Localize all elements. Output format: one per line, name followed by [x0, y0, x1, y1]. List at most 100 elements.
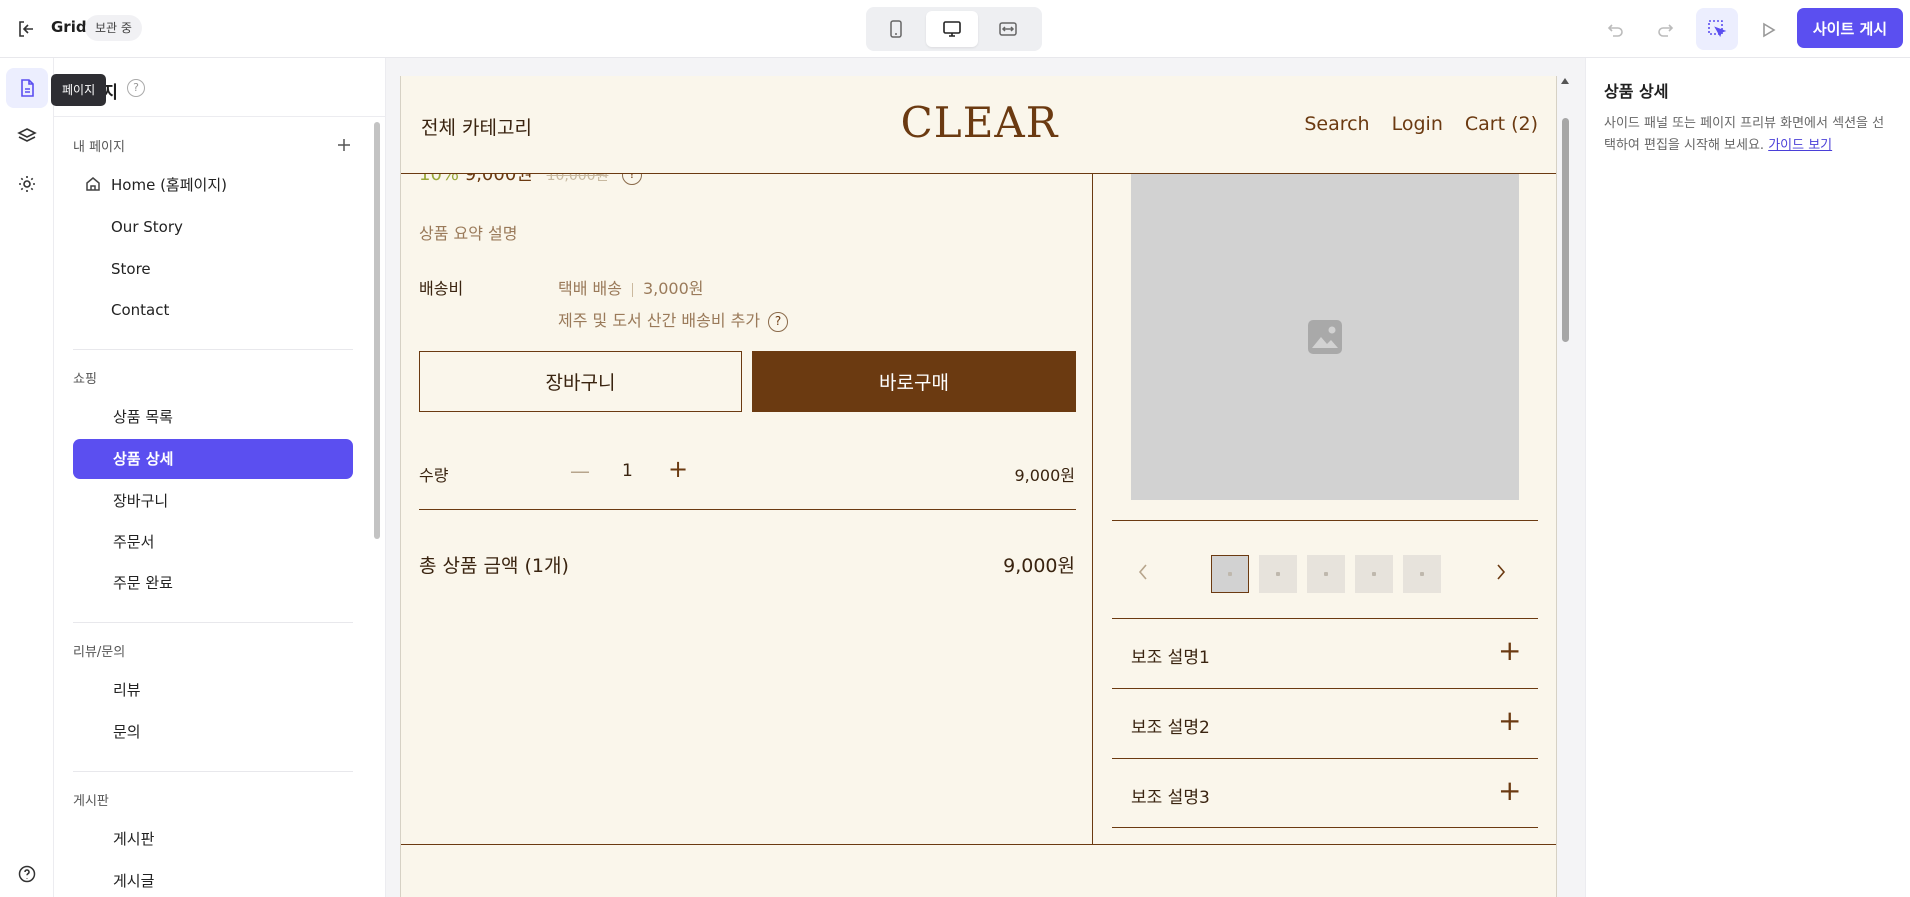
shipping-method: 택배 배송 [558, 279, 622, 298]
site-header[interactable]: 전체 카테고리 CLEAR Search Login Cart (2) [401, 76, 1556, 174]
undo-icon[interactable] [1599, 14, 1631, 46]
page-icon [21, 79, 34, 97]
top-bar: Grid 보관 중 사이트 게시 [0, 0, 1910, 58]
plus-icon [338, 139, 350, 151]
expand-width-icon [999, 22, 1017, 36]
publish-site-button[interactable]: 사이트 게시 [1797, 8, 1903, 48]
nav-item-our-story[interactable]: Our Story [73, 207, 353, 247]
line-price: 9,000원 [1014, 466, 1075, 485]
pages-tab[interactable] [6, 68, 48, 108]
product-gallery-section[interactable]: 보조 설명1 + 보조 설명2 + 보조 설명3 + [1093, 174, 1556, 844]
nav-item-store[interactable]: Store [73, 249, 353, 289]
chevron-right-icon[interactable] [1489, 560, 1513, 584]
nav-item-product-detail[interactable]: 상품 상세 [73, 439, 353, 479]
buy-now-button[interactable]: 바로구매 [752, 351, 1076, 412]
divider [73, 622, 353, 623]
image-icon [1308, 320, 1342, 354]
accordion-item[interactable]: 보조 설명1 + [1112, 618, 1538, 688]
chevron-left-icon[interactable] [1131, 560, 1155, 584]
help-icon[interactable]: ? [127, 79, 145, 97]
mobile-view-button[interactable] [870, 11, 922, 47]
status-badge: 보관 중 [85, 15, 142, 41]
preview-scrollbar[interactable] [1559, 76, 1571, 897]
desktop-view-button[interactable] [926, 11, 978, 47]
plus-icon[interactable]: + [1498, 637, 1524, 665]
section-label-board: 게시판 [73, 794, 109, 809]
mobile-icon [890, 20, 902, 38]
accordion-label: 보조 설명1 [1131, 648, 1210, 668]
scrollbar-thumb[interactable] [1562, 118, 1569, 342]
nav-item-product-list[interactable]: 상품 목록 [73, 397, 353, 437]
settings-description-text: 사이드 패널 또는 페이지 프리뷰 화면에서 섹션을 선택하여 편집을 시작해 … [1604, 116, 1885, 153]
section-label-review-qna: 리뷰/문의 [73, 645, 126, 660]
thumbnail-strip [1211, 555, 1441, 593]
fullwidth-view-button[interactable] [982, 11, 1034, 47]
nav-item-label: Home (홈페이지) [111, 176, 227, 194]
pages-panel: 페이지 ? 내 페이지 Home (홈페이지) Our Story Store … [54, 58, 386, 897]
site-header-links: Search Login Cart (2) [1304, 113, 1538, 135]
section-bottom-border [401, 844, 1556, 845]
nav-item-board[interactable]: 게시판 [73, 819, 353, 859]
settings-description: 사이드 패널 또는 페이지 프리뷰 화면에서 섹션을 선택하여 편집을 시작해 … [1604, 113, 1889, 157]
guide-link[interactable]: 가이드 보기 [1768, 138, 1832, 153]
preview-canvas: 전체 카테고리 CLEAR Search Login Cart (2) 10% … [386, 58, 1585, 897]
layers-tab[interactable] [6, 116, 48, 156]
desktop-icon [943, 21, 961, 37]
nav-item-contact[interactable]: Contact [73, 290, 353, 330]
section-label-shopping: 쇼핑 [73, 372, 97, 387]
nav-item-reviews[interactable]: 리뷰 [73, 670, 353, 710]
divider [419, 509, 1076, 510]
help-icon[interactable] [6, 858, 48, 890]
shipping-info-icon[interactable]: ? [768, 311, 789, 332]
settings-title: 상품 상세 [1604, 82, 1669, 101]
add-page-button[interactable] [334, 135, 354, 155]
thumbnail[interactable] [1355, 555, 1393, 593]
divider [73, 771, 353, 772]
layers-icon [17, 128, 37, 142]
nav-item-home[interactable]: Home (홈페이지) [73, 165, 353, 205]
site-preview-frame[interactable]: 전체 카테고리 CLEAR Search Login Cart (2) 10% … [400, 76, 1557, 897]
app-name: Grid [51, 18, 87, 36]
quantity-value[interactable]: 1 [622, 461, 633, 481]
redo-icon[interactable] [1650, 14, 1682, 46]
accordion-label: 보조 설명2 [1131, 718, 1210, 738]
quantity-label: 수량 [419, 466, 449, 485]
preview-play-icon[interactable] [1752, 14, 1784, 46]
login-link[interactable]: Login [1392, 113, 1443, 135]
home-icon [86, 177, 100, 191]
settings-tab[interactable] [6, 164, 48, 204]
nav-item-order-form[interactable]: 주문서 [73, 522, 353, 562]
thumbnail[interactable] [1307, 555, 1345, 593]
nav-item-inquiry[interactable]: 문의 [73, 712, 353, 752]
search-link[interactable]: Search [1304, 113, 1369, 135]
thumbnail[interactable] [1403, 555, 1441, 593]
panel-scrollbar[interactable] [372, 110, 382, 897]
quantity-increase-button[interactable]: + [663, 454, 693, 484]
shipping-fee: 3,000원 [642, 279, 704, 298]
accordion-label: 보조 설명3 [1131, 788, 1210, 808]
shipping-extra-note: 제주 및 도서 산간 배송비 추가? [558, 307, 789, 332]
select-mode-icon[interactable] [1696, 8, 1738, 50]
shipping-extra-text: 제주 및 도서 산간 배송비 추가 [558, 311, 761, 330]
settings-panel: 상품 상세 사이드 패널 또는 페이지 프리뷰 화면에서 섹션을 선택하여 편집… [1585, 58, 1910, 897]
plus-icon[interactable]: + [1498, 777, 1524, 805]
accordion-item[interactable]: 보조 설명2 + [1112, 688, 1538, 758]
product-image-placeholder[interactable] [1131, 174, 1519, 500]
left-icon-rail [0, 58, 54, 897]
scroll-up-arrow[interactable] [1561, 78, 1569, 84]
thumbnail[interactable] [1259, 555, 1297, 593]
nav-item-cart[interactable]: 장바구니 [73, 481, 353, 521]
scrollbar-thumb[interactable] [374, 122, 380, 539]
quantity-decrease-button[interactable]: — [565, 456, 595, 486]
total-label: 총 상품 금액 (1개) [419, 555, 569, 577]
product-info-section[interactable]: 10% 9,000원 10,000원 ? 상품 요약 설명 배송비 택배 배송 3… [401, 164, 1093, 844]
accordion-item[interactable]: 보조 설명3 + [1112, 758, 1538, 828]
divider [73, 349, 353, 350]
add-to-cart-button[interactable]: 장바구니 [419, 351, 742, 412]
nav-item-order-complete[interactable]: 주문 완료 [73, 563, 353, 603]
cart-link[interactable]: Cart (2) [1465, 113, 1538, 135]
nav-item-post[interactable]: 게시글 [73, 861, 353, 897]
thumbnail[interactable] [1211, 555, 1249, 593]
plus-icon[interactable]: + [1498, 707, 1524, 735]
exit-icon[interactable] [14, 17, 38, 41]
